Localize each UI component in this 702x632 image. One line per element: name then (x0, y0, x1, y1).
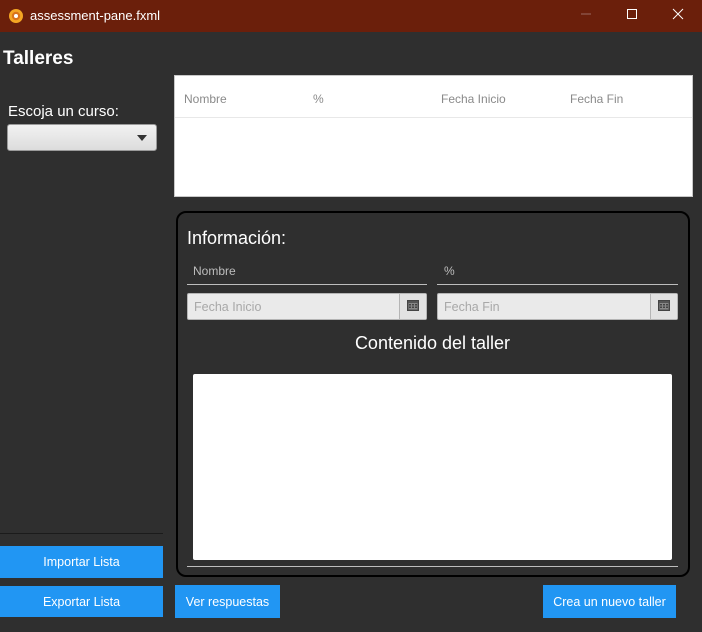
export-list-button[interactable]: Exportar Lista (0, 586, 163, 617)
column-header-percent[interactable]: % (313, 92, 324, 106)
title-bar: assessment-pane.fxml (0, 0, 702, 32)
minimize-button[interactable] (563, 0, 609, 32)
column-header-fecha-inicio[interactable]: Fecha Inicio (441, 92, 506, 106)
gear-app-icon (8, 8, 24, 24)
close-icon (672, 7, 684, 25)
course-dropdown[interactable] (7, 124, 157, 151)
calendar-icon (658, 298, 670, 316)
maximize-icon (626, 7, 638, 25)
minimize-icon (580, 7, 592, 25)
end-date-calendar-button[interactable] (650, 294, 677, 319)
workshops-table[interactable]: Nombre % Fecha Inicio Fecha Fin (174, 75, 693, 197)
create-workshop-button[interactable]: Crea un nuevo taller (543, 585, 676, 618)
content-title: Contenido del taller (354, 333, 511, 353)
start-date-calendar-button[interactable] (399, 294, 426, 319)
end-date-input[interactable]: Fecha Fin (444, 300, 500, 314)
close-button[interactable] (655, 0, 701, 32)
view-answers-button[interactable]: Ver respuestas (175, 585, 280, 618)
percent-field-underline (437, 284, 678, 285)
start-date-input[interactable]: Fecha Inicio (194, 300, 261, 314)
info-bottom-divider (187, 566, 678, 567)
page-title: Talleres (3, 48, 74, 69)
info-title: Información: (187, 228, 287, 248)
name-field[interactable]: Nombre (193, 264, 236, 278)
name-field-underline (187, 284, 427, 285)
chevron-down-icon (137, 135, 147, 141)
maximize-button[interactable] (609, 0, 655, 32)
workshop-content-textarea[interactable] (193, 374, 672, 560)
left-divider (0, 533, 163, 534)
column-header-fecha-fin[interactable]: Fecha Fin (570, 92, 623, 106)
end-date-picker[interactable]: Fecha Fin (437, 293, 678, 320)
import-list-button[interactable]: Importar Lista (0, 546, 163, 578)
start-date-picker[interactable]: Fecha Inicio (187, 293, 427, 320)
percent-field[interactable]: % (444, 264, 455, 278)
course-label: Escoja un curso: (8, 103, 119, 120)
column-header-nombre[interactable]: Nombre (184, 92, 227, 106)
window-title: assessment-pane.fxml (30, 8, 161, 23)
table-header: Nombre % Fecha Inicio Fecha Fin (175, 76, 692, 118)
calendar-icon (407, 298, 419, 316)
